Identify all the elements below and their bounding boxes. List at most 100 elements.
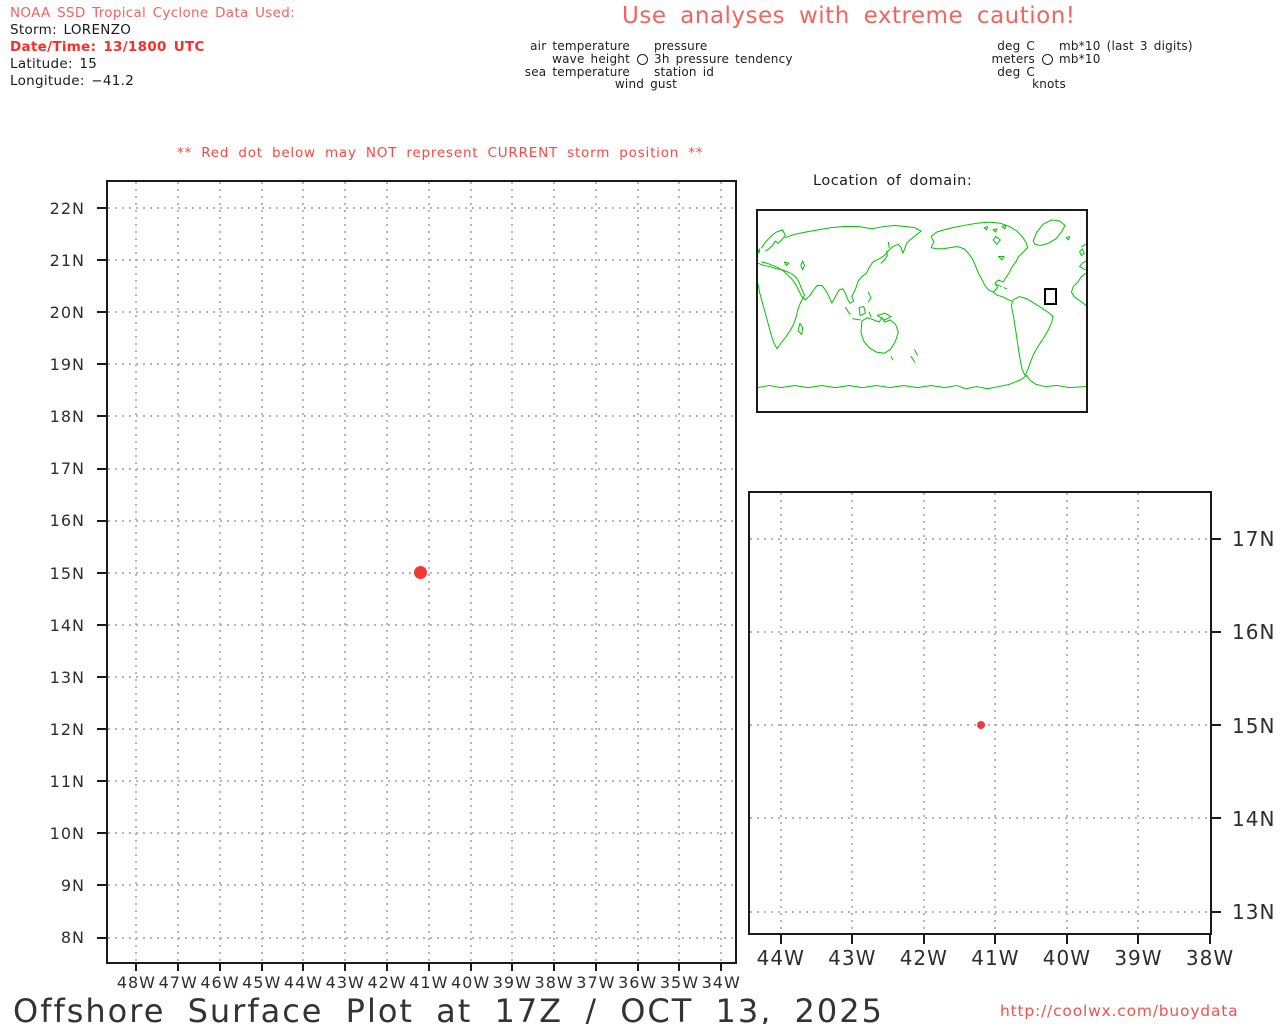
- wind-gust-label: wind gust: [614, 77, 678, 92]
- tick-mark: [1210, 630, 1221, 633]
- lon-axis-label: 42W: [899, 946, 948, 970]
- tick-mark: [678, 962, 681, 971]
- grid-line-horizontal: [108, 623, 735, 626]
- lat-axis-label: 12N: [49, 719, 85, 739]
- tick-mark: [553, 962, 556, 971]
- source-url: http://coolwx.com/buoydata: [1000, 1002, 1239, 1020]
- sea-temperature-label: sea temperature: [524, 64, 630, 79]
- tick-mark: [135, 962, 138, 971]
- legend-spacer: [630, 53, 654, 65]
- tick-mark: [218, 962, 221, 971]
- lat-axis-label: 18N: [49, 407, 85, 427]
- grid-line-horizontal: [108, 259, 735, 262]
- units-legend: deg C mb*10 (last 3 digits) meters mb*10…: [965, 40, 1193, 91]
- lat-axis-label: 19N: [49, 355, 85, 375]
- coastline-africa: [758, 263, 804, 349]
- coastline-oceania: [845, 307, 917, 363]
- grid-line-horizontal: [108, 519, 735, 522]
- grid-line-vertical: [1137, 493, 1140, 933]
- lon-axis-label: 43W: [828, 946, 877, 970]
- lat-axis-label: 21N: [49, 250, 85, 270]
- lat-axis-label: 8N: [60, 928, 85, 948]
- tick-mark: [1210, 724, 1221, 727]
- lat-axis-label: 20N: [49, 302, 85, 322]
- coastline-south-america: [1011, 297, 1053, 376]
- grid-line-horizontal: [750, 630, 1210, 633]
- lat-axis-label: 17N: [1232, 527, 1276, 552]
- storm-latitude-label: Latitude: 15: [10, 56, 98, 72]
- deg-c-label-2: deg C: [997, 64, 1035, 79]
- tick-mark: [1210, 537, 1221, 540]
- legend-row: air temperature pressure: [518, 40, 793, 53]
- lat-axis-label: 9N: [60, 876, 85, 896]
- world-map: [758, 211, 1086, 411]
- lat-axis-label: 13N: [49, 667, 85, 687]
- world-map-inset: [756, 209, 1088, 413]
- grid-line-horizontal: [108, 311, 735, 314]
- lon-axis-label: 44W: [756, 946, 805, 970]
- lat-axis-label: 13N: [1232, 899, 1276, 924]
- storm-longitude-label: Longitude: −41.2: [10, 73, 135, 89]
- legend-row: deg C mb*10 (last 3 digits): [965, 40, 1193, 53]
- tick-mark: [97, 415, 106, 418]
- caution-banner: Use analyses with extreme caution!: [622, 3, 1076, 29]
- inset-title: Location of domain:: [813, 173, 973, 189]
- lat-axis-label: 17N: [49, 459, 85, 479]
- domain-location-box: [1044, 288, 1057, 305]
- grid-line-horizontal: [108, 884, 735, 887]
- coastline-antarctica: [758, 375, 1086, 388]
- tick-mark: [97, 571, 106, 574]
- lat-axis-label: 14N: [1232, 806, 1276, 831]
- grid-line-horizontal: [108, 728, 735, 731]
- coastline-atlantic-edge: [758, 244, 1086, 305]
- tick-mark: [469, 962, 472, 971]
- grid-line-vertical: [851, 493, 854, 933]
- tick-mark: [97, 519, 106, 522]
- knots-label: knots: [1032, 77, 1066, 92]
- tick-mark: [511, 962, 514, 971]
- wave-height-label: wave height: [552, 51, 630, 66]
- units-circle-icon: [1041, 53, 1053, 65]
- data-source-label: NOAA SSD Tropical Cyclone Data Used:: [10, 5, 295, 21]
- tick-mark: [1210, 910, 1221, 913]
- lat-axis-label: 14N: [49, 615, 85, 635]
- tick-mark: [720, 962, 723, 971]
- tick-mark: [1209, 933, 1211, 944]
- tick-mark: [386, 962, 389, 971]
- tick-mark: [1210, 817, 1221, 820]
- lat-axis-label: 15N: [49, 563, 85, 583]
- storm-info-block: NOAA SSD Tropical Cyclone Data Used: Sto…: [10, 5, 295, 90]
- legend-row: deg C: [965, 64, 1193, 79]
- grid-line-horizontal: [750, 537, 1210, 540]
- pressure-tendency-label: 3h pressure tendency: [654, 51, 793, 66]
- tick-mark: [97, 832, 106, 835]
- lon-axis-label: 41W: [971, 946, 1020, 970]
- deg-c-label: deg C: [997, 39, 1035, 53]
- tick-mark: [427, 962, 430, 971]
- tick-mark: [97, 623, 106, 626]
- grid-line-vertical: [779, 493, 782, 933]
- tick-mark: [636, 962, 639, 971]
- storm-position-dot: [977, 721, 986, 730]
- tick-mark: [97, 363, 106, 366]
- tick-mark: [1137, 933, 1140, 944]
- mb10-last3-label: mb*10 (last 3 digits): [1059, 39, 1193, 53]
- legend-row: meters mb*10: [965, 51, 1193, 66]
- tick-mark: [97, 311, 106, 314]
- grid-line-horizontal: [108, 675, 735, 678]
- lat-axis-label: 16N: [49, 511, 85, 531]
- legend-row: wave height 3h pressure tendency: [518, 51, 793, 66]
- lat-axis-label: 22N: [49, 198, 85, 218]
- tick-mark: [851, 933, 854, 944]
- grid-line-horizontal: [750, 817, 1210, 820]
- tick-mark: [97, 728, 106, 731]
- tick-mark: [97, 780, 106, 783]
- grid-line-horizontal: [108, 467, 735, 470]
- mb10-label: mb*10: [1059, 51, 1101, 66]
- grid-line-horizontal: [108, 936, 735, 939]
- pressure-label: pressure: [654, 39, 708, 53]
- lat-axis-label: 10N: [49, 824, 85, 844]
- tick-mark: [97, 675, 106, 678]
- grid-line-horizontal: [108, 363, 735, 366]
- page-title: Offshore Surface Plot at 17Z / OCT 13, 2…: [13, 992, 884, 1024]
